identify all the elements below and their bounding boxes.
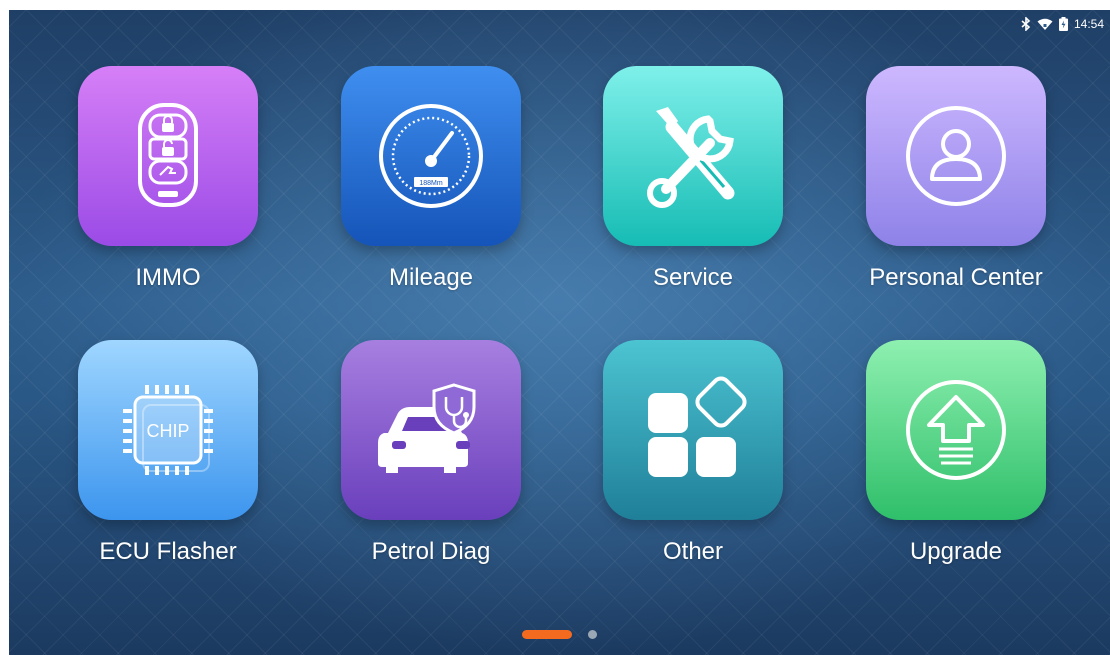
wifi-icon [1037,18,1053,31]
page-indicator [9,629,1110,639]
upgrade-arrow-icon [906,380,1006,480]
app-petrol-diag[interactable]: Petrol Diag [321,340,541,566]
service-tile[interactable] [603,66,783,246]
app-label: IMMO [135,264,201,291]
chip-icon: CHIP [123,385,213,475]
app-ecu-flasher[interactable]: CHIP ECU Flasher [58,340,278,566]
personal-center-tile[interactable] [866,66,1046,246]
car-diagnosis-icon [378,383,476,473]
mileage-tile[interactable]: 188Mm [341,66,521,246]
app-label: Personal Center [869,264,1043,291]
app-label: Service [652,264,734,291]
home-screen: 14:54 IMMO 188Mm Mileage Service Persona… [9,10,1110,655]
app-immo[interactable]: IMMO [58,66,278,292]
petrol-diag-tile[interactable] [341,340,521,520]
app-label: Other [662,538,724,565]
app-label: Petrol Diag [371,538,491,565]
bluetooth-icon [1021,17,1031,31]
car-key-fob-icon [138,103,198,207]
speedometer-icon: 188Mm [379,104,483,208]
user-profile-icon [906,106,1006,206]
speedometer-readout: 188Mm [419,180,443,187]
battery-icon [1058,17,1068,31]
app-upgrade[interactable]: Upgrade [846,340,1066,566]
wrench-screwdriver-icon [647,107,735,208]
ecu-flasher-tile[interactable]: CHIP [78,340,258,520]
app-label: ECU Flasher [99,538,237,565]
app-grid-icon [648,376,747,477]
immo-tile[interactable] [78,66,258,246]
upgrade-tile[interactable] [866,340,1046,520]
app-mileage[interactable]: 188Mm Mileage [321,66,541,292]
page-dot[interactable] [588,629,597,639]
app-label: Mileage [388,264,474,291]
chip-text: CHIP [146,421,189,441]
app-label: Upgrade [909,538,1003,565]
other-tile[interactable] [603,340,783,520]
app-other[interactable]: Other [583,340,803,566]
clock-time: 14:54 [1073,17,1104,31]
app-service[interactable]: Service [583,66,803,292]
app-personal-center[interactable]: Personal Center [846,66,1066,292]
page-dot-active[interactable] [522,629,572,639]
status-bar: 14:54 [1021,14,1104,34]
